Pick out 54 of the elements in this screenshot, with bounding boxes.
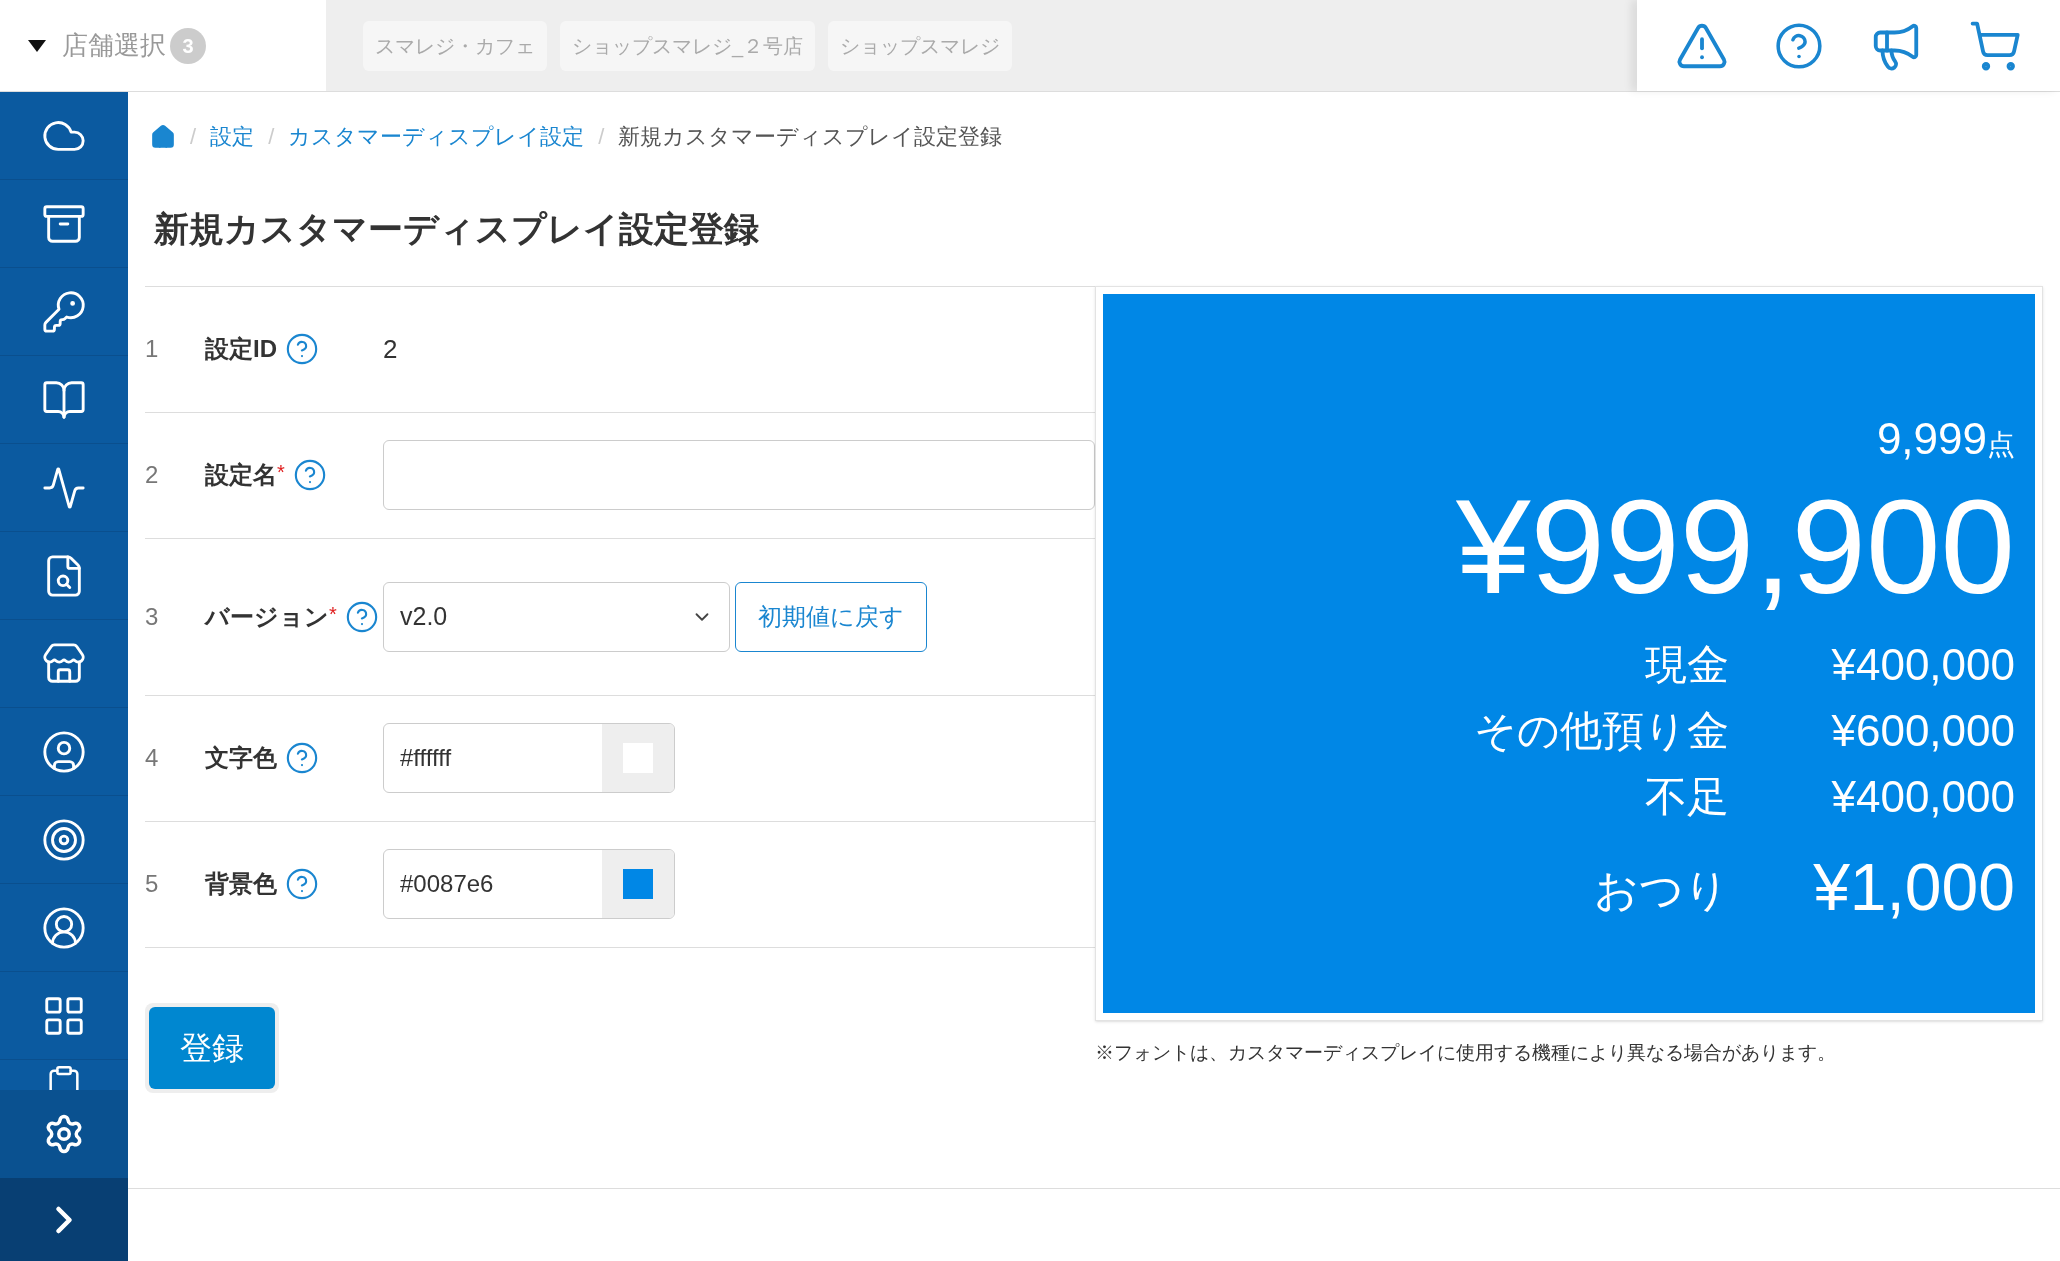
page-title: 新規カスタマーディスプレイ設定登録 bbox=[153, 208, 760, 250]
field-label: 文字色 bbox=[205, 743, 277, 773]
help-icon[interactable] bbox=[1774, 20, 1825, 71]
reset-button[interactable]: 初期値に戻す bbox=[735, 581, 927, 652]
input-field[interactable] bbox=[383, 440, 1095, 510]
breadcrumb-separator: / bbox=[268, 123, 275, 151]
target-icon[interactable] bbox=[41, 816, 87, 863]
breadcrumb-link[interactable]: カスタマーディスプレイ設定 bbox=[288, 120, 585, 153]
required-mark: * bbox=[329, 601, 337, 625]
store-select-label[interactable]: 店舗選択 bbox=[62, 26, 166, 65]
breadcrumb-separator: / bbox=[598, 123, 605, 151]
payment-amount: ¥400,000 bbox=[1830, 638, 2015, 691]
breadcrumb-link[interactable]: 設定 bbox=[210, 120, 255, 153]
store-tab[interactable]: スマレジ・カフェ bbox=[363, 20, 547, 71]
field-label: 設定名 bbox=[205, 460, 277, 490]
item-count: 9,999点 bbox=[1876, 412, 2015, 465]
register-button[interactable]: 登録 bbox=[149, 1006, 275, 1089]
store-tab[interactable]: ショップスマレジ_２号店 bbox=[560, 20, 816, 71]
help-icon[interactable] bbox=[285, 741, 319, 775]
home-icon[interactable] bbox=[150, 123, 176, 150]
required-mark: * bbox=[277, 460, 285, 485]
help-icon[interactable] bbox=[285, 867, 319, 901]
field-value: 2 bbox=[383, 332, 398, 366]
store-tab[interactable]: ショップスマレジ bbox=[828, 20, 1013, 71]
payment-label: 現金 bbox=[1644, 640, 1730, 690]
breadcrumb-separator: / bbox=[190, 123, 197, 151]
field-label: バージョン bbox=[205, 601, 329, 632]
help-icon[interactable] bbox=[292, 458, 327, 492]
dropdown-caret-icon[interactable] bbox=[28, 39, 46, 52]
field-label: 設定ID bbox=[205, 334, 277, 364]
key-icon[interactable] bbox=[41, 288, 87, 335]
row-number: 1 bbox=[145, 334, 160, 364]
row-number: 4 bbox=[145, 743, 160, 773]
person-icon[interactable] bbox=[41, 728, 87, 775]
total-amount: ¥999,900 bbox=[1456, 479, 2015, 614]
row-number: 2 bbox=[145, 460, 160, 490]
row-number: 5 bbox=[145, 869, 160, 899]
font-note: ※フォントは、カスタマーディスプレイに使用する機種により異なる場合があります。 bbox=[1095, 1040, 1837, 1065]
breadcrumb-current: 新規カスタマーディスプレイ設定登録 bbox=[618, 123, 1003, 151]
field-label: 背景色 bbox=[205, 869, 277, 899]
user-icon[interactable] bbox=[41, 904, 87, 951]
color-field[interactable]: #0087e6 bbox=[383, 849, 675, 919]
help-icon[interactable] bbox=[285, 332, 319, 366]
color-field[interactable]: #ffffff bbox=[383, 723, 675, 793]
payment-amount: ¥400,000 bbox=[1830, 770, 2015, 823]
help-icon[interactable] bbox=[344, 599, 379, 634]
payment-label: その他預り金 bbox=[1474, 706, 1730, 756]
payment-amount: ¥1,000 bbox=[1813, 848, 2015, 926]
payment-amount: ¥600,000 bbox=[1830, 704, 2015, 757]
version-select[interactable]: v2.0 bbox=[383, 581, 730, 652]
line-graph-icon[interactable] bbox=[41, 464, 87, 511]
payment-label: おつり bbox=[1593, 864, 1730, 916]
payment-label: 不足 bbox=[1644, 772, 1730, 822]
row-number: 3 bbox=[145, 601, 160, 632]
